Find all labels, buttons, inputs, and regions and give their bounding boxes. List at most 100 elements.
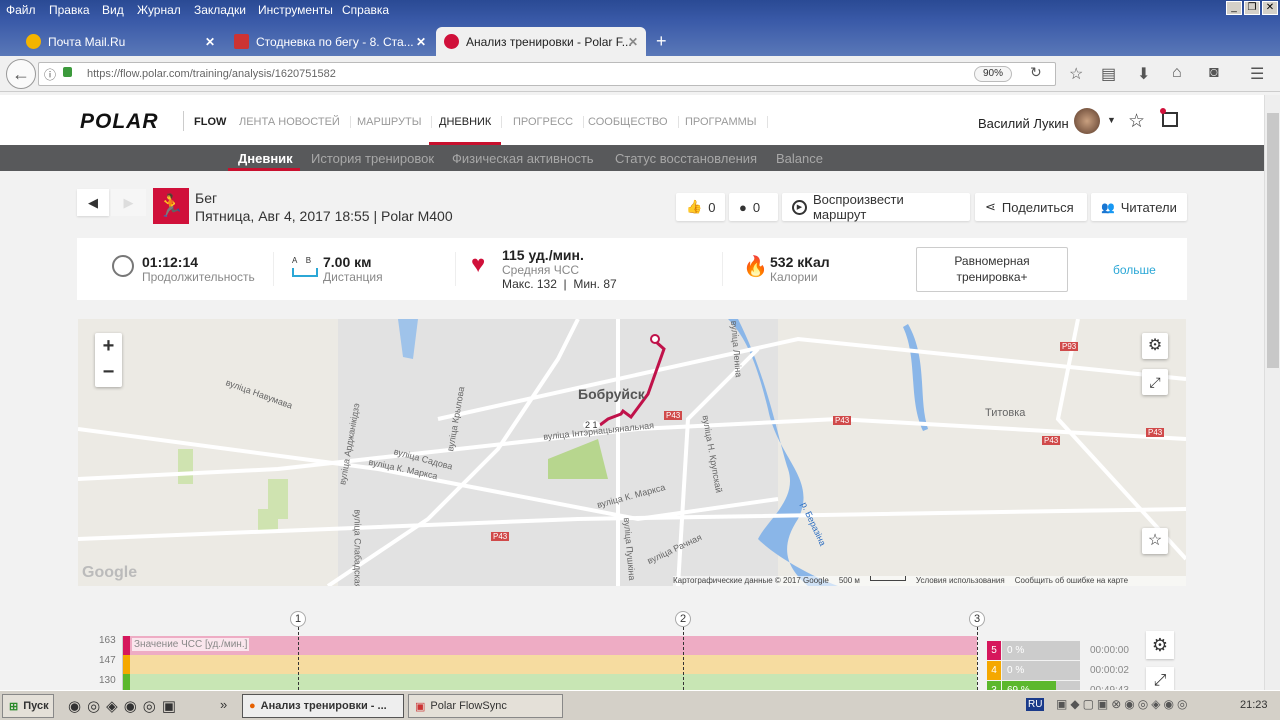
people-icon: 👥 <box>1101 201 1115 214</box>
nav-programs[interactable]: ПРОГРАММЫ <box>675 116 768 128</box>
home-icon[interactable]: ⌂ <box>1172 64 1182 82</box>
scale: 500 м <box>838 576 860 585</box>
nav-progress[interactable]: ПРОГРЕСС <box>503 116 585 128</box>
chart-settings-button[interactable]: ⚙ <box>1146 631 1174 659</box>
avg-hr-value: 115 уд./мин. <box>502 247 584 263</box>
notifications-icon[interactable] <box>1162 112 1178 127</box>
chevron-down-icon[interactable]: ▼ <box>1107 115 1116 125</box>
favorites-star-icon[interactable]: ☆ <box>1128 110 1145 133</box>
subnav-activity[interactable]: Физическая активность <box>452 151 594 166</box>
running-icon: 🏃 <box>153 188 189 224</box>
terms-link[interactable]: Условия использования <box>916 576 1005 586</box>
zone-percent: 69 % <box>1007 681 1030 690</box>
tray-icons[interactable]: ▣◆▢▣⊗◉◎◈◉◎ <box>1056 697 1190 711</box>
flow-label: FLOW <box>194 116 227 128</box>
prev-training-button[interactable]: ◀ <box>77 189 109 216</box>
task-label: Анализ тренировки - ... <box>260 700 387 712</box>
flowsync-icon: ▣ <box>415 700 426 713</box>
restore-button[interactable]: ❐ <box>1244 1 1260 15</box>
lap-marker[interactable]: 2 <box>675 611 691 627</box>
route-map[interactable]: Бобруйск Титовка 2 1 вуліца Інтэрнацыяна… <box>78 319 1186 586</box>
lap-marker[interactable]: 3 <box>969 611 985 627</box>
next-training-button[interactable]: ▶ <box>111 189 146 216</box>
share-button[interactable]: ⋖ Поделиться <box>975 193 1087 221</box>
close-tab-icon[interactable]: ✕ <box>205 35 215 49</box>
menu-help[interactable]: Справка <box>342 3 389 17</box>
task-firefox[interactable]: ● Анализ тренировки - ... <box>242 694 404 718</box>
replay-route-button[interactable]: ▶ Воспроизвести маршрут <box>782 192 970 222</box>
comment-count: 0 <box>752 199 761 215</box>
chart-fullscreen-button[interactable]: ⤢ <box>1146 667 1174 690</box>
reader-icon[interactable]: ▤ <box>1101 64 1116 84</box>
url-input[interactable]: https://flow.polar.com/training/analysis… <box>38 62 1056 86</box>
menu-tools[interactable]: Инструменты <box>258 3 333 17</box>
lap-marker[interactable]: 1 <box>290 611 306 627</box>
hr-range: Макс. 132 | Мин. 87 <box>502 277 617 291</box>
hamburger-menu-icon[interactable]: ☰ <box>1250 64 1264 84</box>
google-logo: Google <box>82 564 138 581</box>
info-icon[interactable]: ⓘ <box>44 66 56 83</box>
bookmark-star-icon[interactable]: ☆ <box>1069 64 1083 84</box>
more-link[interactable]: больше <box>1113 263 1156 277</box>
zoom-out-button[interactable]: − <box>95 359 122 385</box>
task-flowsync[interactable]: ▣ Polar FlowSync <box>408 694 563 718</box>
back-button[interactable]: ← <box>6 59 36 89</box>
more-chevron-icon[interactable]: » <box>220 697 227 712</box>
start-label: Пуск <box>23 700 49 712</box>
tab-mail[interactable]: Почта Mail.Ru ✕ <box>18 27 223 56</box>
quick-launch-icons[interactable]: ◉◎◈◉◎▣ <box>68 697 182 715</box>
y-tick: 147 <box>99 655 116 666</box>
start-button[interactable]: ⊞ Пуск <box>2 694 54 718</box>
avatar[interactable] <box>1074 108 1100 134</box>
zoom-in-button[interactable]: + <box>95 333 122 359</box>
nav-feed[interactable]: ЛЕНТА НОВОСТЕЙ <box>229 116 351 128</box>
close-tab-icon[interactable]: ✕ <box>416 35 426 49</box>
comment-icon: ● <box>739 199 747 215</box>
close-tab-icon[interactable]: ✕ <box>628 35 638 49</box>
nav-routes[interactable]: МАРШРУТЫ <box>347 116 433 128</box>
subnav-history[interactable]: История тренировок <box>311 151 434 166</box>
distance-value: 7.00 км <box>323 254 372 270</box>
like-count: 0 <box>708 199 716 215</box>
notification-dot <box>1160 108 1166 114</box>
road-badge: P43 <box>833 416 852 425</box>
tab-stodnevka[interactable]: Стодневка по бегу - 8. Ста... ✕ <box>226 27 434 56</box>
language-indicator[interactable]: RU <box>1026 698 1045 711</box>
menu-view[interactable]: Вид <box>102 3 124 17</box>
menu-file[interactable]: Файл <box>6 3 36 17</box>
subnav-balance[interactable]: Balance <box>776 151 823 166</box>
zone-3-band <box>123 674 977 690</box>
zoom-level[interactable]: 90% <box>974 66 1012 82</box>
report-link[interactable]: Сообщить об ошибке на карте <box>1015 576 1128 586</box>
tab-title: Анализ тренировки - Polar F... <box>466 34 632 49</box>
menu-edit[interactable]: Правка <box>49 3 90 17</box>
reload-icon[interactable]: ↻ <box>1030 64 1042 81</box>
menu-bookmarks[interactable]: Закладки <box>194 3 246 17</box>
subnav-diary[interactable]: Дневник <box>238 151 293 166</box>
polar-logo[interactable]: POLAR <box>80 110 159 134</box>
map-favorite-button[interactable]: ☆ <box>1142 528 1168 554</box>
page-scrollbar[interactable] <box>1264 95 1280 690</box>
close-window-button[interactable]: ✕ <box>1262 1 1278 15</box>
zone-number: 3 <box>987 681 1001 690</box>
menu-history[interactable]: Журнал <box>137 3 181 17</box>
training-benefit-button[interactable]: Равномерная тренировка+ <box>916 247 1068 292</box>
nav-diary[interactable]: ДНЕВНИК <box>429 116 503 128</box>
followers-button[interactable]: 👥 Читатели <box>1091 193 1187 221</box>
map-fullscreen-button[interactable]: ⤢ <box>1142 369 1168 395</box>
subnav-recovery[interactable]: Статус восстановления <box>615 151 757 166</box>
comment-button[interactable]: ● 0 <box>729 193 778 221</box>
tab-polar[interactable]: Анализ тренировки - Polar F... ✕ <box>436 27 646 56</box>
tab-bar: Почта Mail.Ru ✕ Стодневка по бегу - 8. Ст… <box>0 21 1280 56</box>
like-button[interactable]: 👍 0 <box>676 193 725 221</box>
download-icon[interactable]: ⬇ <box>1137 64 1150 84</box>
new-tab-button[interactable]: + <box>648 27 667 56</box>
nav-community[interactable]: СООБЩЕСТВО <box>578 116 679 128</box>
user-name[interactable]: Василий Лукин <box>978 116 1069 131</box>
map-locate-button[interactable]: ⚙ <box>1142 333 1168 359</box>
minimize-button[interactable]: _ <box>1226 1 1242 15</box>
pocket-icon[interactable]: ◙ <box>1209 64 1219 82</box>
tab-title: Почта Mail.Ru <box>48 34 126 49</box>
map-attribution-bar: Картографические данные © 2017 Google 50… <box>673 576 1186 586</box>
road-badge: P93 <box>1060 342 1079 351</box>
